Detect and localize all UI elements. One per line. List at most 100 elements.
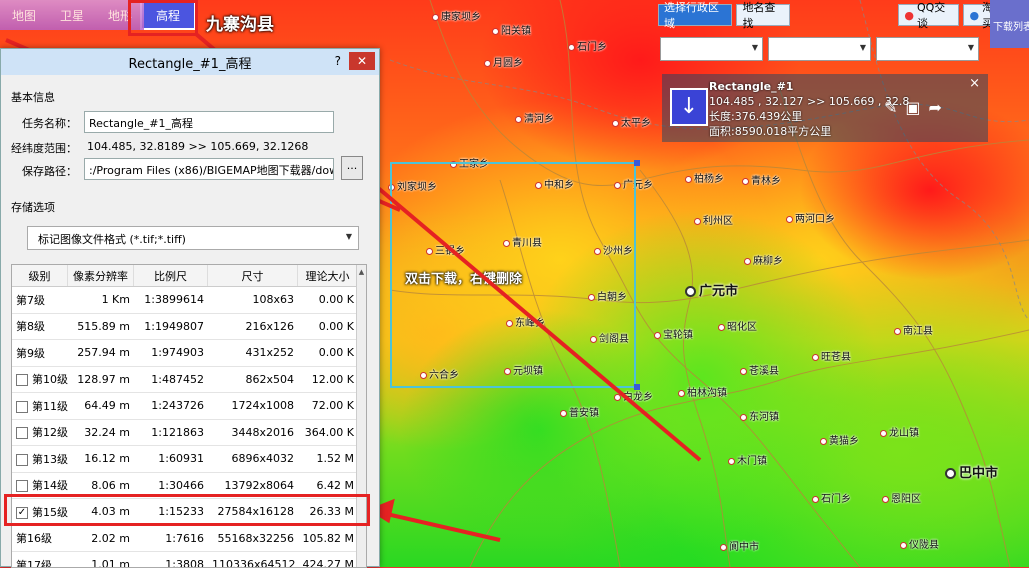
scale-cell: 1:974903 — [151, 346, 204, 360]
download-list-button[interactable]: 下载列表 — [990, 0, 1029, 48]
theoretical-size-cell: 0.00 K — [318, 293, 354, 307]
table-row[interactable]: 第13级 16.12 m 1:60931 6896x4032 1.52 M — [12, 446, 366, 473]
map-place-label: 清河乡 — [515, 110, 554, 125]
resolution-cell: 257.94 m — [77, 346, 130, 360]
table-row[interactable]: 第16级 2.02 m 1:7616 55168x32256 105.82 M — [12, 526, 366, 552]
map-place-label: 旺苍县 — [812, 348, 851, 363]
col-theoretical-size[interactable]: 理论大小 — [298, 265, 358, 286]
size-cell: 13792x8064 — [224, 478, 295, 492]
map-place-label: 利州区 — [694, 212, 733, 227]
col-level[interactable]: 级别 — [12, 265, 68, 286]
map-place-label: 南江县 — [894, 322, 933, 337]
help-button[interactable]: ? — [335, 54, 341, 68]
map-place-label: 月圆乡 — [484, 54, 523, 69]
theoretical-size-cell: 364.00 K — [304, 425, 354, 439]
scale-cell: 1:30466 — [158, 478, 204, 492]
edit-icon[interactable]: ✎ — [884, 98, 897, 117]
map-place-label: 宝轮镇 — [654, 326, 693, 341]
col-size[interactable]: 尺寸 — [208, 265, 298, 286]
level-label: 第14级 — [32, 479, 68, 493]
level-checkbox[interactable] — [16, 453, 28, 466]
resolution-cell: 1 Km — [101, 293, 130, 307]
user-icon: ● — [969, 8, 980, 22]
scale-cell: 1:60931 — [158, 452, 204, 466]
map-place-label: 石门乡 — [568, 38, 607, 53]
tab-map[interactable]: 地图 — [0, 0, 48, 30]
map-place-label: 青林乡 — [742, 172, 781, 187]
scroll-up-icon[interactable]: ▲ — [357, 265, 366, 279]
map-place-label: 两河口乡 — [786, 210, 835, 225]
level-cell: 第17级 — [12, 557, 68, 567]
county-select[interactable] — [876, 37, 979, 61]
map-place-label: 柏林沟镇 — [678, 384, 727, 399]
download-icon[interactable]: ↓ — [670, 88, 708, 126]
qq-chat-button[interactable]: ● QQ交谈 — [898, 1, 960, 30]
level-checkbox[interactable] — [16, 427, 28, 440]
map-place-label: 普安镇 — [560, 404, 599, 419]
level-label: 第13级 — [32, 452, 68, 466]
theoretical-size-cell: 12.00 K — [311, 372, 354, 386]
resize-handle[interactable] — [634, 160, 640, 166]
size-cell: 6896x4032 — [231, 452, 295, 466]
resize-handle[interactable] — [634, 384, 640, 390]
save-path-input[interactable]: :/Program Files (x86)/BIGEMAP地图下载器/downl… — [84, 158, 334, 180]
shape-info-text: Rectangle_#1 104.485 , 32.127 >> 105.669… — [709, 79, 909, 139]
map-place-label: 木门镇 — [728, 452, 767, 467]
scale-cell: 1:243726 — [151, 399, 204, 413]
map-place-label: 太平乡 — [612, 114, 651, 129]
resolution-cell: 32.24 m — [84, 425, 130, 439]
qq-label: QQ交谈 — [916, 1, 946, 30]
level-label: 第10级 — [32, 373, 68, 387]
size-cell: 1724x1008 — [231, 399, 295, 413]
close-button[interactable]: ✕ — [349, 52, 375, 70]
shape-area: 面积:8590.018平方公里 — [709, 125, 832, 138]
dialog-titlebar[interactable]: Rectangle_#1_高程 ? ✕ — [1, 49, 379, 75]
level-checkbox[interactable] — [16, 400, 28, 413]
map-place-label: 龙山镇 — [880, 424, 919, 439]
city-select[interactable] — [768, 37, 871, 61]
level-checkbox[interactable] — [16, 374, 28, 387]
level-cell: 第7级 — [12, 292, 68, 308]
col-scale[interactable]: 比例尺 — [134, 265, 208, 286]
table-header: 级别 像素分辨率 比例尺 尺寸 理论大小 — [12, 265, 366, 287]
format-select[interactable]: 标记图像文件格式 (*.tif;*.tiff) — [27, 226, 359, 250]
shape-info-popup: ↓ Rectangle_#1 104.485 , 32.127 >> 105.6… — [662, 74, 988, 142]
theoretical-size-cell: 72.00 K — [311, 399, 354, 413]
table-row[interactable]: 第10级 128.97 m 1:487452 862x504 12.00 K — [12, 367, 366, 393]
resolution-cell: 2.02 m — [91, 531, 130, 545]
level-cell: 第8级 — [12, 318, 68, 334]
theoretical-size-cell: 0.00 K — [318, 346, 354, 360]
table-row[interactable]: 第8级 515.89 m 1:1949807 216x126 0.00 K — [12, 314, 366, 340]
table-row[interactable]: 第9级 257.94 m 1:974903 431x252 0.00 K — [12, 340, 366, 367]
scale-cell: 1:487452 — [151, 372, 204, 386]
region-selectors — [660, 37, 979, 61]
col-resolution[interactable]: 像素分辨率 — [68, 265, 134, 286]
province-select[interactable] — [660, 37, 763, 61]
map-place-label: 白龙乡 — [614, 388, 653, 403]
theoretical-size-cell: 0.00 K — [318, 319, 354, 333]
browse-button[interactable]: ... — [341, 156, 363, 180]
table-row[interactable]: 第7级 1 Km 1:3899614 108x63 0.00 K — [12, 287, 366, 314]
map-place-label: 柏杨乡 — [685, 170, 724, 185]
share-icon[interactable]: ➦ — [929, 98, 942, 117]
level-checkbox[interactable] — [16, 480, 28, 493]
level-cell: 第10级 — [12, 371, 68, 387]
section-storage-options: 存储选项 — [11, 201, 55, 214]
level-cell: 第11级 — [12, 398, 68, 414]
table-row[interactable]: 第11级 64.49 m 1:243726 1724x1008 72.00 K — [12, 393, 366, 420]
close-icon[interactable]: × — [969, 76, 980, 91]
top-toolbar: 选择行政区域 地名查找 ●QQ交谈 ●淘宝购买 — [658, 1, 1029, 30]
shape-perimeter: 长度:376.439公里 — [709, 110, 803, 123]
section-basic-info: 基本信息 — [11, 91, 55, 104]
table-row[interactable]: 第17级 1.01 m 1:3808 110336x64512 424.27 M — [12, 552, 366, 567]
task-name-input[interactable]: Rectangle_#1_高程 — [84, 111, 334, 133]
map-place-label: 东河镇 — [740, 408, 779, 423]
resolution-cell: 128.97 m — [77, 372, 130, 386]
map-city-label: 巴中市 — [945, 462, 998, 481]
place-search-button[interactable]: 地名查找 — [736, 1, 791, 30]
select-region-button[interactable]: 选择行政区域 — [658, 1, 733, 30]
print-icon[interactable]: ▣ — [905, 98, 920, 117]
tab-satellite[interactable]: 卫星 — [48, 0, 96, 30]
size-cell: 862x504 — [245, 372, 294, 386]
table-row[interactable]: 第12级 32.24 m 1:121863 3448x2016 364.00 K — [12, 420, 366, 446]
